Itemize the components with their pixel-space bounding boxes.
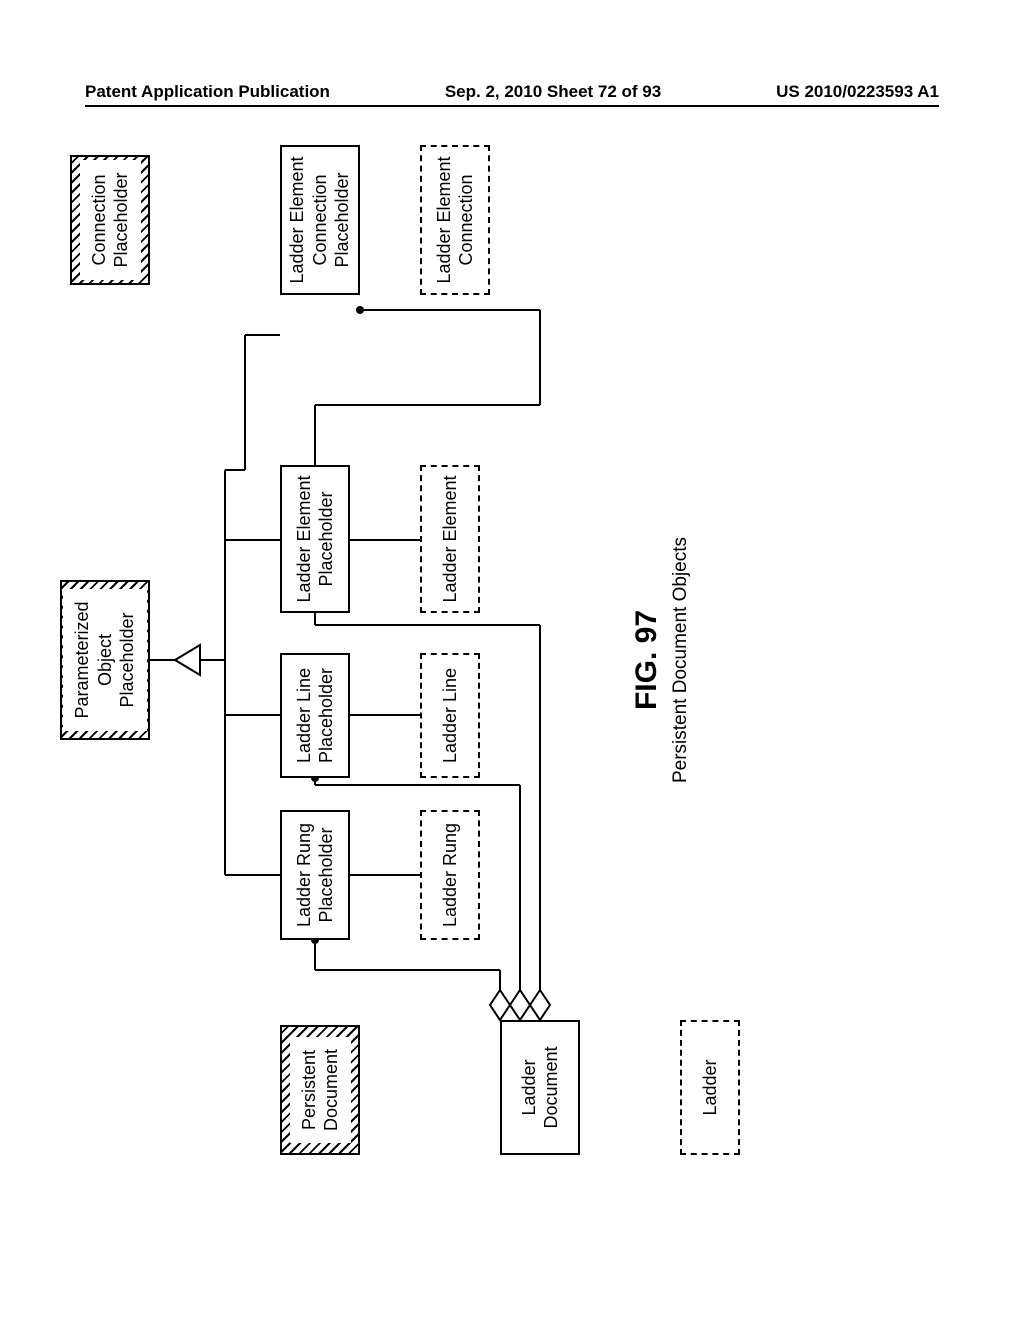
ladder-label: Ladder bbox=[699, 1059, 722, 1115]
ladder-document-label: Ladder Document bbox=[518, 1046, 563, 1128]
ladder-rung-box: Ladder Rung bbox=[420, 810, 480, 940]
header-left: Patent Application Publication bbox=[85, 82, 330, 102]
ladder-line-placeholder-box: Ladder Line Placeholder bbox=[280, 653, 350, 778]
parameterized-object-placeholder-box: Parameterized Object Placeholder bbox=[60, 580, 150, 740]
parameterized-object-placeholder-label: Parameterized Object Placeholder bbox=[63, 589, 147, 730]
ladder-element-placeholder-box: Ladder Element Placeholder bbox=[280, 465, 350, 613]
ladder-rung-label: Ladder Rung bbox=[439, 823, 462, 927]
ladder-element-connection-placeholder-label: Ladder Element Connection Placeholder bbox=[286, 156, 354, 283]
connection-placeholder-box: Connection Placeholder bbox=[70, 155, 150, 285]
ladder-element-connection-box: Ladder Element Connection bbox=[420, 145, 490, 295]
header-divider bbox=[85, 105, 939, 107]
ladder-rung-placeholder-box: Ladder Rung Placeholder bbox=[280, 810, 350, 940]
header-center: Sep. 2, 2010 Sheet 72 of 93 bbox=[445, 82, 661, 102]
uml-diagram: Persistent Document Parameterized Object… bbox=[0, 280, 1000, 1040]
ladder-element-label: Ladder Element bbox=[439, 475, 462, 602]
figure-label: FIG. 97 bbox=[630, 560, 664, 760]
ladder-element-box: Ladder Element bbox=[420, 465, 480, 613]
persistent-document-label: Persistent Document bbox=[290, 1037, 351, 1143]
ladder-box: Ladder bbox=[680, 1020, 740, 1155]
ladder-element-connection-label: Ladder Element Connection bbox=[433, 156, 478, 283]
ladder-document-box: Ladder Document bbox=[500, 1020, 580, 1155]
ladder-rung-placeholder-label: Ladder Rung Placeholder bbox=[293, 823, 338, 927]
ladder-line-placeholder-label: Ladder Line Placeholder bbox=[293, 668, 338, 763]
connection-placeholder-label: Connection Placeholder bbox=[80, 160, 141, 279]
figure-subtitle: Persistent Document Objects bbox=[670, 530, 692, 790]
ladder-element-connection-placeholder-box: Ladder Element Connection Placeholder bbox=[280, 145, 360, 295]
ladder-line-box: Ladder Line bbox=[420, 653, 480, 778]
ladder-line-label: Ladder Line bbox=[439, 668, 462, 763]
persistent-document-box: Persistent Document bbox=[280, 1025, 360, 1155]
ladder-element-placeholder-label: Ladder Element Placeholder bbox=[293, 475, 338, 602]
header-right: US 2010/0223593 A1 bbox=[776, 82, 939, 102]
